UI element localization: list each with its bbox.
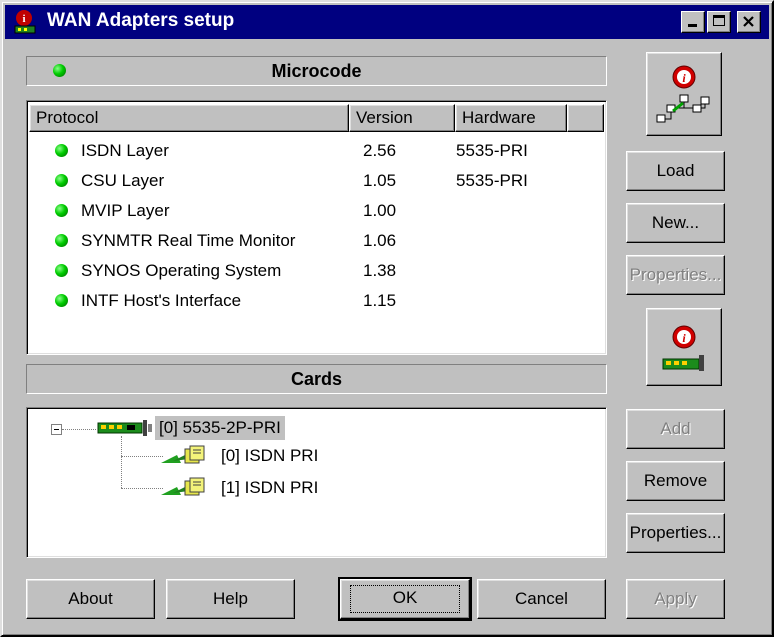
help-button-label: Help — [213, 589, 248, 608]
list-item[interactable]: SYNMTR Real Time Monitor 1.06 — [55, 229, 595, 255]
minimize-button[interactable] — [681, 11, 705, 33]
cards-properties-button-label: Properties... — [629, 523, 722, 542]
apply-button[interactable]: Apply — [626, 579, 725, 619]
protocol-name: SYNOS Operating System — [81, 261, 282, 280]
column-header-empty — [567, 104, 604, 132]
column-header-protocol[interactable]: Protocol — [29, 104, 349, 132]
cards-tree[interactable]: [0] 5535-2P-PRI [0] ISDN PRI [1] ISDN PR… — [26, 407, 607, 558]
ok-button-label: OK — [392, 588, 418, 607]
microcode-info-button[interactable]: i — [646, 52, 722, 136]
wan-adapters-window: i WAN Adapters setup Microcode Protocol … — [0, 0, 774, 637]
list-item[interactable]: MVIP Layer 1.00 — [55, 199, 595, 225]
add-button[interactable]: Add — [626, 409, 725, 449]
collapse-toggle[interactable] — [51, 424, 62, 435]
minus-icon — [54, 429, 59, 430]
isdn-connector-icon — [161, 477, 205, 496]
remove-button[interactable]: Remove — [626, 461, 725, 501]
protocol-version: 2.56 — [363, 141, 397, 160]
protocol-version: 1.00 — [363, 201, 397, 220]
adapter-card-icon — [97, 420, 152, 436]
cards-group-label: Cards — [290, 369, 343, 389]
cards-info-button[interactable]: i — [646, 308, 722, 386]
status-led-icon — [55, 204, 68, 217]
tree-node-root[interactable]: [0] 5535-2P-PRI — [155, 416, 285, 440]
cards-group-bar: Cards — [26, 364, 607, 394]
protocol-hardware: 5535-PRI — [456, 141, 528, 160]
add-button-label: Add — [660, 419, 691, 438]
load-button-label: Load — [656, 161, 695, 180]
app-icon: i — [14, 10, 36, 34]
tree-connector — [121, 436, 122, 488]
about-button-label: About — [68, 589, 113, 608]
list-item[interactable]: ISDN Layer 2.56 5535-PRI — [55, 139, 595, 165]
window-title: WAN Adapters setup — [47, 10, 235, 31]
apply-button-label: Apply — [654, 589, 697, 608]
about-button[interactable]: About — [26, 579, 155, 619]
cancel-button[interactable]: Cancel — [477, 579, 606, 619]
card-info-icon: i — [662, 325, 704, 371]
svg-text:i: i — [22, 13, 25, 25]
status-led-icon — [55, 264, 68, 277]
tree-node-child[interactable]: [1] ISDN PRI — [221, 476, 318, 500]
cards-properties-button[interactable]: Properties... — [626, 513, 725, 553]
protocol-version: 1.06 — [363, 231, 397, 250]
tree-node-child[interactable]: [0] ISDN PRI — [221, 444, 318, 468]
network-info-icon: i — [656, 65, 710, 123]
maximize-icon — [713, 15, 725, 26]
title-bar[interactable]: i WAN Adapters setup — [5, 5, 769, 39]
close-button[interactable] — [737, 11, 761, 33]
new-button[interactable]: New... — [626, 203, 725, 243]
protocol-hardware: 5535-PRI — [456, 171, 528, 190]
load-button[interactable]: Load — [626, 151, 725, 191]
protocol-version: 1.15 — [363, 291, 397, 310]
cancel-button-label: Cancel — [515, 589, 568, 608]
list-item[interactable]: SYNOS Operating System 1.38 — [55, 259, 595, 285]
list-item[interactable]: INTF Host's Interface 1.15 — [55, 289, 595, 315]
column-header-version[interactable]: Version — [349, 104, 455, 132]
tree-connector — [62, 429, 96, 430]
status-led-icon — [55, 144, 68, 157]
microcode-properties-button[interactable]: Properties... — [626, 255, 725, 295]
protocol-name: INTF Host's Interface — [81, 291, 242, 310]
close-icon — [743, 16, 754, 27]
help-button[interactable]: Help — [166, 579, 295, 619]
microcode-group-label: Microcode — [271, 61, 362, 81]
protocol-version: 1.38 — [363, 261, 397, 280]
protocol-name: MVIP Layer — [81, 201, 170, 220]
maximize-button[interactable] — [707, 11, 731, 33]
minimize-icon — [688, 24, 697, 27]
column-header-hardware[interactable]: Hardware — [455, 104, 567, 132]
tree-connector — [121, 488, 163, 489]
microcode-group-bar: Microcode — [26, 56, 607, 86]
microcode-properties-button-label: Properties... — [629, 265, 722, 284]
status-led-icon — [55, 234, 68, 247]
list-item[interactable]: CSU Layer 1.05 5535-PRI — [55, 169, 595, 195]
ok-button[interactable]: OK — [338, 577, 472, 621]
remove-button-label: Remove — [643, 471, 708, 490]
isdn-connector-icon — [161, 445, 205, 464]
protocol-version: 1.05 — [363, 171, 397, 190]
protocol-name: ISDN Layer — [81, 141, 169, 160]
protocol-name: SYNMTR Real Time Monitor — [81, 231, 296, 250]
protocol-name: CSU Layer — [81, 171, 165, 190]
status-led-icon — [55, 174, 68, 187]
new-button-label: New... — [651, 213, 700, 232]
tree-connector — [121, 456, 163, 457]
status-led-icon — [55, 294, 68, 307]
microcode-list[interactable]: Protocol Version Hardware ISDN Layer 2.5… — [26, 100, 607, 355]
